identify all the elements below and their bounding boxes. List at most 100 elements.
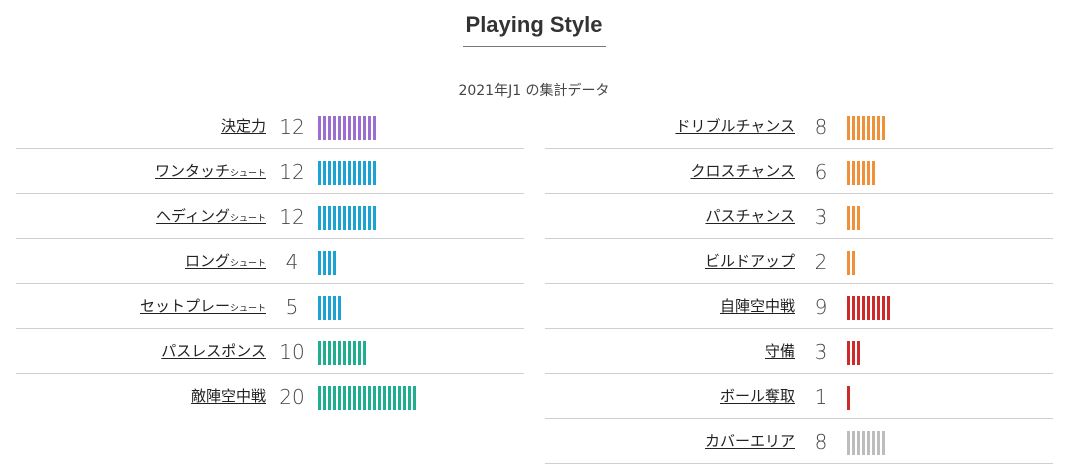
- stat-bar-segment: [338, 296, 341, 320]
- stat-row: ドリブルチャンス 8: [545, 104, 1053, 149]
- stat-bar-segment: [368, 206, 371, 230]
- stat-label-link[interactable]: カバーエリア: [705, 431, 795, 451]
- stat-label-suffix: シュート: [229, 214, 266, 224]
- stat-bar-segment: [363, 116, 366, 140]
- stat-bar-segment: [328, 386, 331, 410]
- stat-value: 8: [814, 430, 828, 454]
- stat-label-link[interactable]: ヘディングシュート: [156, 206, 266, 229]
- stat-label-link[interactable]: ドリブルチャンス: [675, 116, 795, 136]
- stat-bar-segment: [877, 431, 880, 455]
- stat-label-suffix: シュート: [229, 169, 266, 179]
- stat-bar: [318, 251, 336, 275]
- stat-label-text: 守備: [764, 342, 795, 360]
- stat-label-text: カバーエリア: [704, 432, 795, 450]
- stat-label-link[interactable]: ロングシュート: [185, 251, 266, 274]
- stat-label-text: セットプレー: [139, 297, 230, 315]
- stat-bar-segment: [318, 116, 321, 140]
- stat-bar-segment: [857, 161, 860, 185]
- stat-value: 3: [814, 205, 828, 229]
- stat-bar-segment: [373, 206, 376, 230]
- stat-bar-segment: [318, 161, 321, 185]
- stat-value: 20: [279, 385, 305, 409]
- left-stats-column: 決定力 12 ワンタッチシュート 12 ヘディングシュート 12 ロングシュート 4 セットプレ…: [16, 104, 524, 419]
- stat-bar-segment: [852, 116, 855, 140]
- stat-bar-segment: [872, 296, 875, 320]
- stat-label-text: クロスチャンス: [690, 162, 795, 180]
- stat-bar-segment: [323, 296, 326, 320]
- stat-value: 4: [285, 250, 299, 274]
- stat-bar-segment: [852, 296, 855, 320]
- stat-label-link[interactable]: 決定力: [221, 116, 266, 136]
- stat-bar-segment: [348, 206, 351, 230]
- stat-label-text: パスレスポンス: [161, 342, 266, 360]
- stat-value: 9: [814, 295, 828, 319]
- stat-bar-segment: [882, 431, 885, 455]
- stat-bar-segment: [847, 341, 850, 365]
- stat-bar: [318, 296, 341, 320]
- stat-bar-segment: [862, 296, 865, 320]
- stat-bar-segment: [333, 206, 336, 230]
- stat-bar-segment: [847, 386, 850, 410]
- stat-label-text: ワンタッチ: [154, 162, 230, 180]
- stat-row: パスチャンス 3: [545, 194, 1053, 239]
- stat-label-link[interactable]: ビルドアップ: [705, 251, 795, 271]
- stat-row: カバーエリア 8: [545, 419, 1053, 464]
- stat-bar-segment: [353, 386, 356, 410]
- stat-bar-segment: [353, 161, 356, 185]
- stat-bar: [847, 431, 885, 455]
- stat-bar-segment: [358, 386, 361, 410]
- stat-bar-segment: [328, 341, 331, 365]
- stat-bar: [318, 386, 416, 410]
- stat-label-link[interactable]: 自陣空中戦: [720, 296, 795, 316]
- stat-value: 6: [814, 160, 828, 184]
- stat-bar: [318, 206, 376, 230]
- stat-label-text: ロング: [184, 252, 230, 270]
- stat-bar-segment: [373, 161, 376, 185]
- stat-value: 12: [279, 160, 305, 184]
- stat-bar-segment: [857, 341, 860, 365]
- stat-bar-segment: [348, 386, 351, 410]
- stat-label-link[interactable]: 敵陣空中戦: [191, 386, 266, 406]
- stat-bar-segment: [877, 296, 880, 320]
- stat-bar-segment: [328, 296, 331, 320]
- stat-row: 決定力 12: [16, 104, 524, 149]
- stat-value: 3: [814, 340, 828, 364]
- stat-row: ワンタッチシュート 12: [16, 149, 524, 194]
- stat-row: 敵陣空中戦 20: [16, 374, 524, 419]
- stat-label-link[interactable]: パスレスポンス: [161, 341, 266, 361]
- data-source-subtitle: 2021年J1 の集計データ: [458, 83, 610, 99]
- stat-bar: [847, 341, 860, 365]
- stat-bar-segment: [328, 116, 331, 140]
- stat-label-link[interactable]: クロスチャンス: [690, 161, 795, 181]
- stat-row: パスレスポンス 10: [16, 329, 524, 374]
- page-title: Playing Style: [465, 12, 603, 37]
- stat-bar: [847, 386, 850, 410]
- stat-bar-segment: [323, 386, 326, 410]
- stat-bar-segment: [847, 431, 850, 455]
- stat-bar: [847, 161, 875, 185]
- stat-bar-segment: [323, 251, 326, 275]
- stat-bar: [847, 251, 855, 275]
- stat-bar-segment: [368, 116, 371, 140]
- stat-label-link[interactable]: ワンタッチシュート: [155, 161, 266, 184]
- stat-bar-segment: [363, 341, 366, 365]
- stat-bar-segment: [338, 386, 341, 410]
- stat-value: 12: [279, 205, 305, 229]
- stat-label-link[interactable]: ボール奪取: [720, 386, 795, 406]
- stat-label-link[interactable]: パスチャンス: [705, 206, 795, 226]
- stat-bar-segment: [358, 161, 361, 185]
- stat-label-link[interactable]: セットプレーシュート: [140, 296, 266, 319]
- stat-label-link[interactable]: 守備: [765, 341, 795, 361]
- stat-bar-segment: [862, 431, 865, 455]
- stat-label-suffix: シュート: [229, 259, 266, 269]
- stat-bar-segment: [328, 161, 331, 185]
- stat-bar-segment: [857, 206, 860, 230]
- right-stats-column: ドリブルチャンス 8 クロスチャンス 6 パスチャンス 3 ビルドアップ 2 自陣空中戦 9 守備 3…: [545, 104, 1053, 464]
- stat-bar-segment: [852, 206, 855, 230]
- stat-label-suffix: シュート: [229, 304, 266, 314]
- stat-bar-segment: [358, 341, 361, 365]
- stat-bar-segment: [867, 296, 870, 320]
- stat-bar-segment: [323, 206, 326, 230]
- stat-label-text: ドリブルチャンス: [675, 117, 795, 135]
- stat-label-text: 敵陣空中戦: [190, 387, 266, 405]
